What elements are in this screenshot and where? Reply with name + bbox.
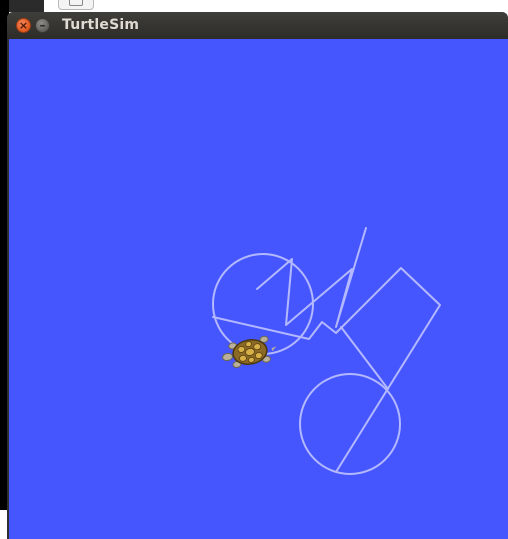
window-title: TurtleSim bbox=[62, 17, 140, 33]
window-titlebar[interactable]: × – TurtleSim bbox=[7, 12, 508, 39]
turtle-drawing bbox=[212, 227, 441, 475]
turtlesim-window: × – TurtleSim bbox=[7, 12, 508, 539]
trail-path bbox=[212, 267, 441, 473]
turtle-head bbox=[222, 352, 233, 362]
background-window-button[interactable] bbox=[58, 0, 94, 10]
turtle-canvas[interactable] bbox=[9, 39, 508, 539]
trail-circle-lower bbox=[299, 373, 401, 475]
trail-diagonal bbox=[340, 326, 389, 390]
close-icon[interactable]: × bbox=[16, 18, 31, 33]
minimize-icon[interactable]: – bbox=[35, 18, 50, 33]
turtle-tail bbox=[271, 346, 277, 352]
background-button-icon bbox=[69, 0, 83, 6]
